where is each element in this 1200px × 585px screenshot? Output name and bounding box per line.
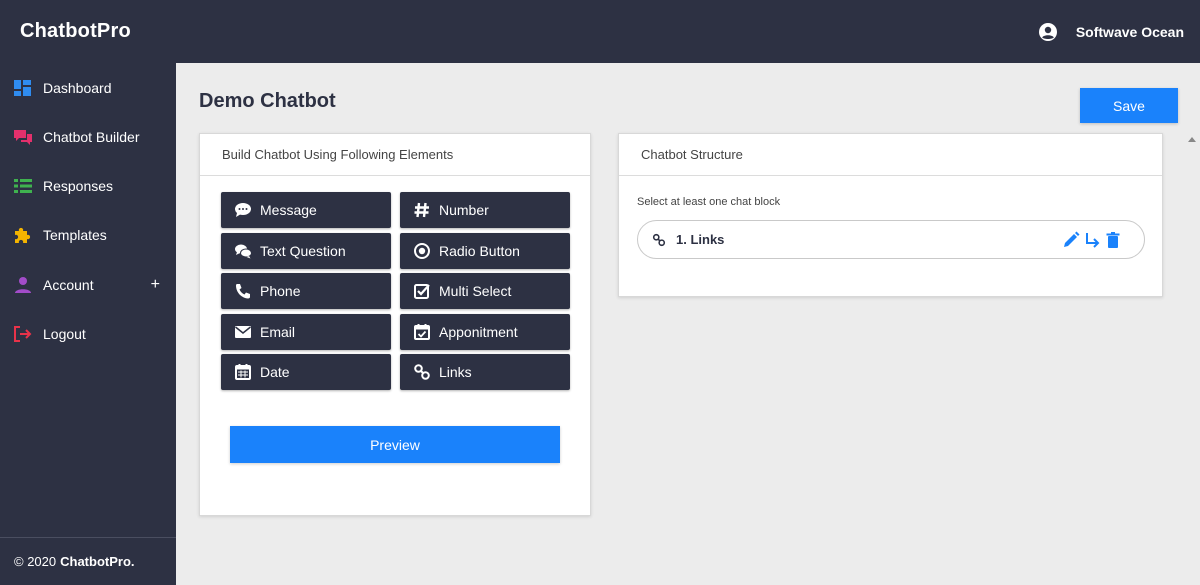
builder-panel-heading: Build Chatbot Using Following Elements	[200, 134, 590, 176]
calendar-icon	[235, 364, 251, 380]
builder-panel: Build Chatbot Using Following Elements M…	[199, 133, 591, 516]
link-next-icon[interactable]	[1083, 231, 1101, 249]
element-message-button[interactable]: Message	[221, 192, 391, 228]
element-label: Multi Select	[439, 283, 512, 299]
sidebar-item-label: Responses	[43, 178, 114, 194]
element-phone-button[interactable]: Phone	[221, 273, 391, 309]
message-icon	[235, 203, 251, 217]
element-email-button[interactable]: Email	[221, 314, 391, 350]
element-label: Links	[439, 364, 472, 380]
sidebar-item-label: Logout	[43, 326, 86, 342]
phone-icon	[236, 284, 250, 299]
element-label: Message	[260, 202, 317, 218]
save-button[interactable]: Save	[1080, 88, 1178, 123]
element-links-button[interactable]: Links	[400, 354, 570, 390]
sidebar-item-responses[interactable]: Responses	[0, 166, 176, 206]
brand-logo[interactable]: ChatbotPro	[20, 20, 131, 43]
sidebar: Dashboard Chatbot Builder Responses Temp…	[0, 63, 176, 585]
logout-icon	[14, 326, 32, 342]
structure-hint: Select at least one chat block	[637, 196, 781, 208]
chat-block-label: 1. Links	[676, 232, 725, 247]
edit-icon[interactable]	[1062, 231, 1080, 249]
user-menu[interactable]: Softwave Ocean	[1038, 22, 1184, 42]
element-label: Text Question	[260, 243, 346, 259]
puzzle-icon	[15, 227, 31, 243]
structure-panel-heading: Chatbot Structure	[619, 134, 1162, 176]
element-text-question-button[interactable]: Text Question	[221, 233, 391, 269]
sidebar-item-label: Dashboard	[43, 80, 112, 96]
element-multi-select-button[interactable]: Multi Select	[400, 273, 570, 309]
page-scrollbar[interactable]	[1184, 133, 1200, 585]
sidebar-item-account[interactable]: Account +	[0, 265, 176, 305]
trash-icon[interactable]	[1104, 231, 1122, 249]
element-label: Number	[439, 202, 489, 218]
link-icon	[414, 364, 430, 380]
envelope-icon	[235, 326, 251, 338]
sidebar-item-label: Account	[43, 277, 94, 293]
element-radio-button-button[interactable]: Radio Button	[400, 233, 570, 269]
copyright-text: © 2020	[14, 554, 57, 569]
element-number-button[interactable]: Number	[400, 192, 570, 228]
sidebar-item-templates[interactable]: Templates	[0, 215, 176, 255]
calendar-check-icon	[414, 324, 430, 340]
checkbox-icon	[414, 284, 430, 299]
preview-button[interactable]: Preview	[230, 426, 560, 463]
sidebar-item-logout[interactable]: Logout	[0, 314, 176, 354]
footer-brand: ChatbotPro.	[60, 554, 135, 569]
dashboard-icon	[14, 80, 31, 96]
scroll-up-arrow-icon[interactable]	[1188, 137, 1196, 142]
element-label: Email	[260, 324, 296, 340]
radio-icon	[414, 243, 430, 259]
element-label: Date	[260, 364, 290, 380]
chat-block-actions	[1059, 231, 1122, 249]
element-label: Phone	[260, 283, 301, 299]
chat-block[interactable]: 1. Links	[637, 220, 1145, 259]
element-appointment-button[interactable]: Apponitment	[400, 314, 570, 350]
sidebar-item-chatbot-builder[interactable]: Chatbot Builder	[0, 117, 176, 157]
user-icon	[15, 277, 31, 293]
link-icon	[652, 233, 666, 246]
user-name: Softwave Ocean	[1075, 24, 1184, 40]
page-title: Demo Chatbot	[199, 90, 336, 112]
element-label: Radio Button	[439, 243, 520, 259]
chat-icon	[14, 130, 32, 145]
top-bar: ChatbotPro Softwave Ocean	[0, 0, 1200, 63]
element-label: Apponitment	[439, 324, 518, 340]
list-icon	[14, 179, 32, 193]
sidebar-item-label: Chatbot Builder	[43, 129, 140, 145]
structure-panel: Chatbot Structure Select at least one ch…	[618, 133, 1163, 297]
sidebar-item-label: Templates	[43, 227, 107, 243]
element-date-button[interactable]: Date	[221, 354, 391, 390]
sidebar-footer: © 2020 ChatbotPro.	[0, 537, 176, 585]
expand-plus-icon[interactable]: +	[151, 276, 160, 294]
sidebar-item-dashboard[interactable]: Dashboard	[0, 68, 176, 108]
comments-icon	[235, 244, 252, 259]
hash-icon	[414, 202, 429, 218]
user-circle-icon	[1038, 23, 1057, 41]
